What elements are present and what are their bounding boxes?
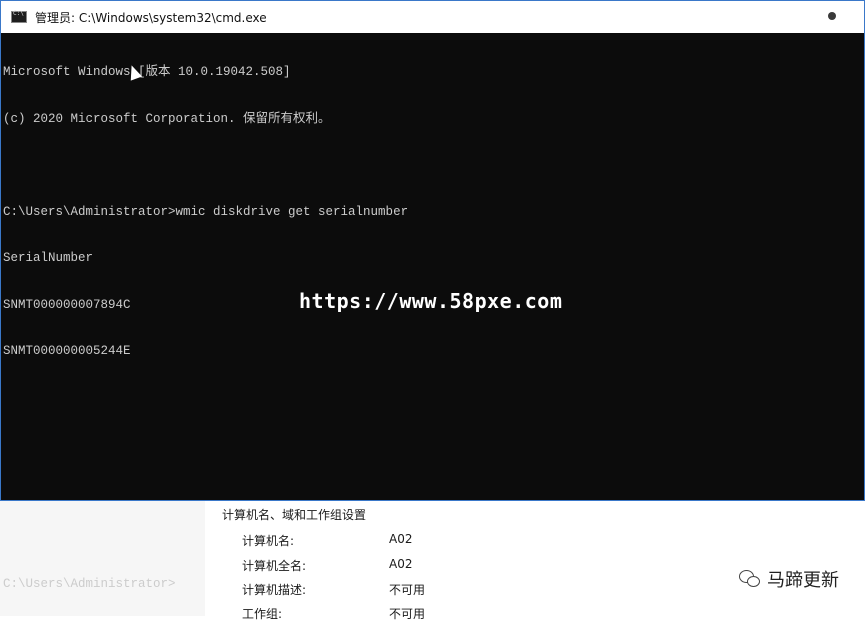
window-control-dot[interactable]	[828, 12, 836, 20]
wechat-account-name: 马蹄更新	[767, 570, 839, 591]
cmd-window[interactable]: 管理员: C:\Windows\system32\cmd.exe Microso…	[0, 0, 865, 591]
cmd-app-icon	[11, 10, 27, 23]
console-line: SNMT000000005244E	[3, 344, 131, 358]
window-title: 管理员: C:\Windows\system32\cmd.exe	[35, 10, 267, 25]
console-line: C:\Users\Administrator>wmic diskdrive ge…	[3, 204, 409, 219]
console-prompt[interactable]: C:\Users\Administrator>	[3, 577, 861, 593]
console-output[interactable]: Microsoft Windows [版本 10.0.19042.508] (c…	[3, 34, 861, 591]
wechat-icon	[739, 570, 761, 588]
console-line: SerialNumber	[3, 251, 94, 265]
console-line: (c) 2020 Microsoft Corporation. 保留所有权利。	[3, 111, 331, 126]
title-bar[interactable]: 管理员: C:\Windows\system32\cmd.exe	[1, 1, 864, 33]
watermark-url: https://www.58pxe.com	[299, 289, 563, 313]
wechat-badge: 马蹄更新	[739, 566, 839, 592]
